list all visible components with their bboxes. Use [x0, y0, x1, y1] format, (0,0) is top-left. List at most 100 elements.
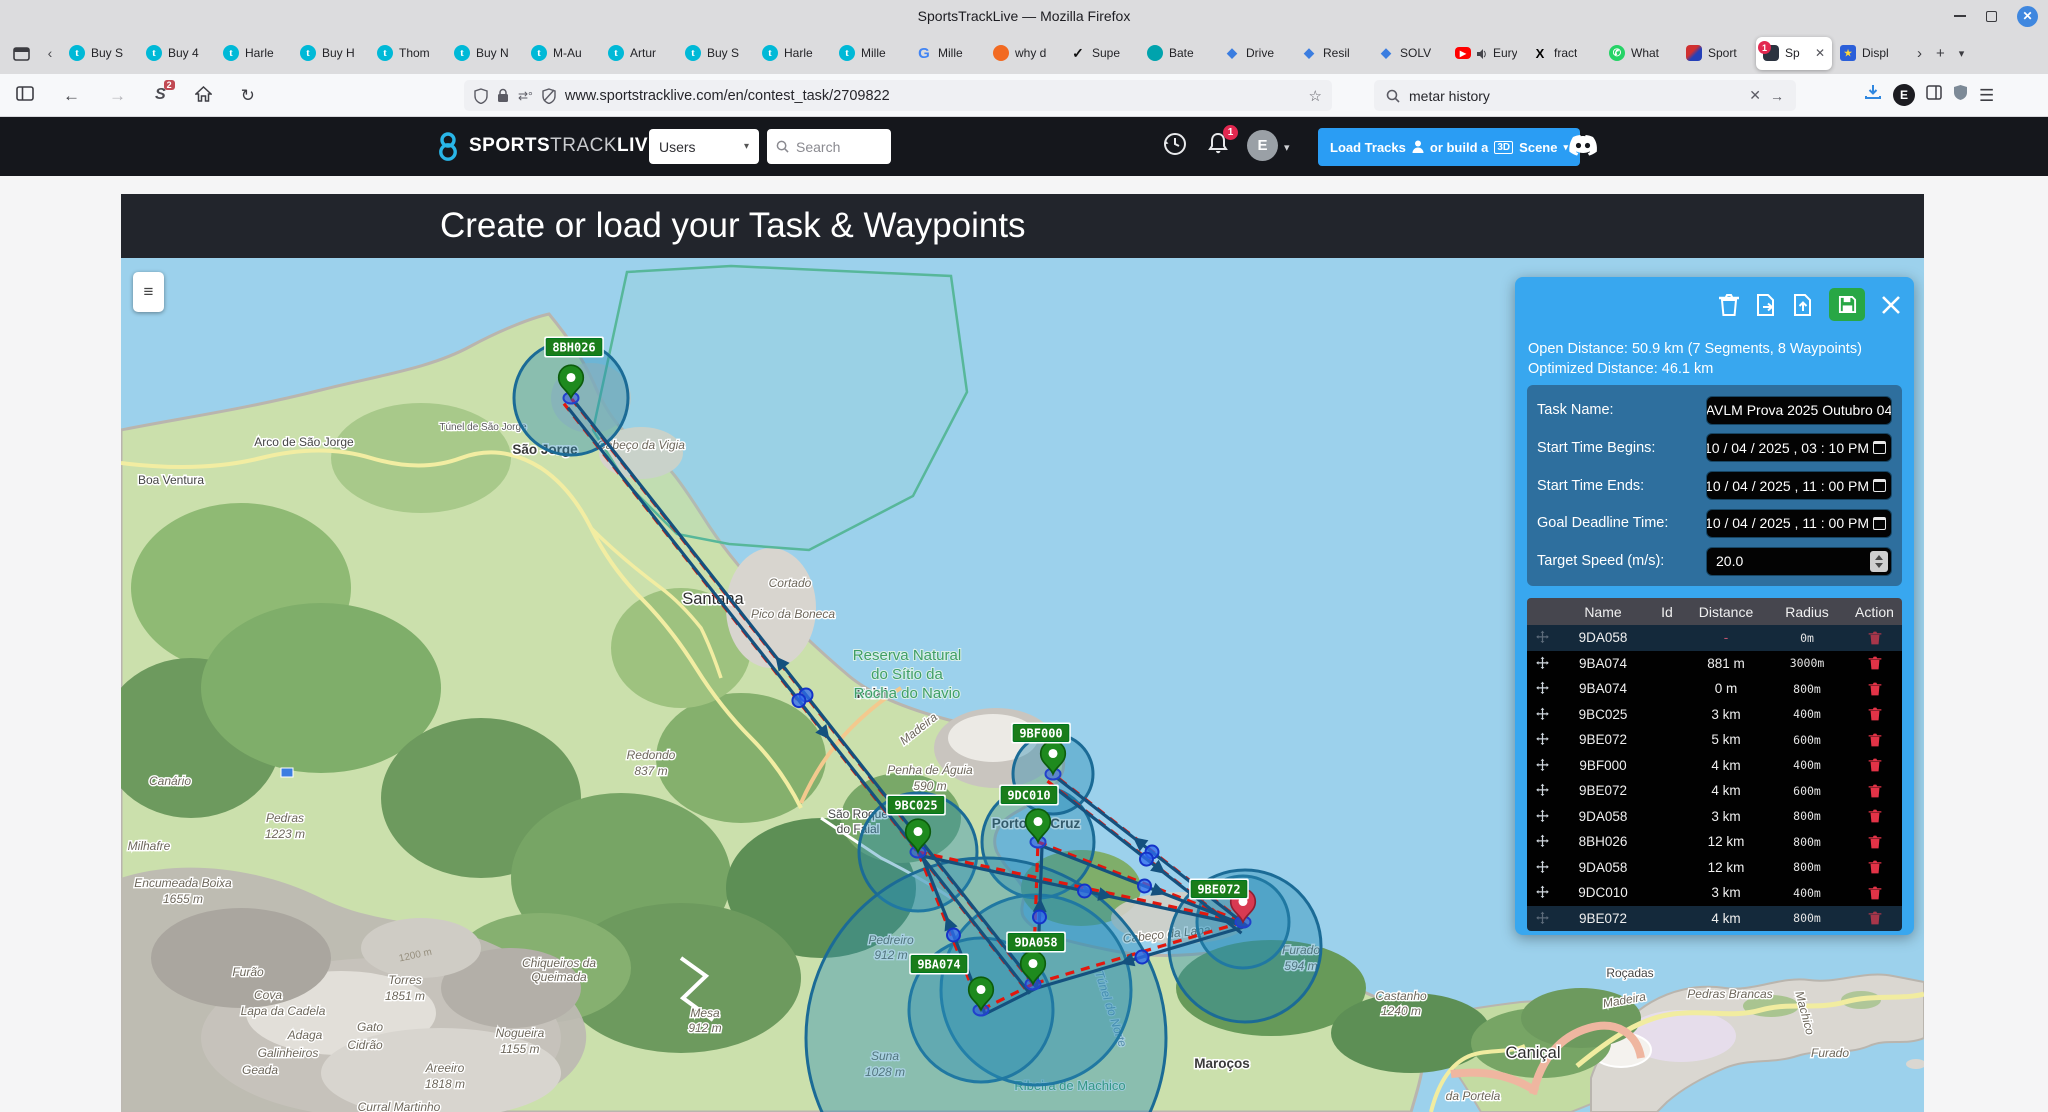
- map-menu-button[interactable]: ≡: [133, 272, 164, 312]
- drag-handle-icon[interactable]: [1527, 656, 1557, 671]
- waypoint-row-10[interactable]: 9DC0103 km400m: [1527, 880, 1902, 906]
- tracking-shield-icon[interactable]: [474, 88, 488, 104]
- waypoint-row-3[interactable]: 9BC0253 km400m: [1527, 702, 1902, 728]
- route-handle[interactable]: [947, 929, 960, 942]
- calendar-icon[interactable]: [1873, 479, 1886, 492]
- menu-hamburger-icon[interactable]: ☰: [1979, 87, 1994, 104]
- clear-search-icon[interactable]: ✕: [1749, 87, 1761, 104]
- reload-button[interactable]: ↻: [241, 87, 255, 104]
- task-map[interactable]: SantanaSão JorgeArco de São JorgeTúnel d…: [121, 258, 1924, 1112]
- sportstracklive-logo[interactable]: SPORTSTRACKLIVE: [436, 131, 661, 161]
- window-close-button[interactable]: ✕: [2017, 6, 2038, 27]
- history-icon[interactable]: [1162, 131, 1188, 162]
- tab-scroll-left-icon[interactable]: ‹: [38, 45, 62, 61]
- browser-tab-why-d[interactable]: why d: [986, 37, 1062, 70]
- delete-waypoint-icon[interactable]: [1847, 655, 1902, 671]
- browser-tab-drive[interactable]: ◆Drive: [1217, 37, 1293, 70]
- waypoint-row-11[interactable]: 9BE0724 km800m: [1527, 906, 1902, 932]
- field-input-1[interactable]: 10 / 04 / 2025 , 03 : 10 PM: [1706, 433, 1892, 462]
- calendar-icon[interactable]: [1873, 441, 1886, 454]
- url-bar[interactable]: ⇄° www.sportstracklive.com/en/contest_ta…: [464, 80, 1332, 111]
- delete-waypoint-icon[interactable]: [1847, 732, 1902, 748]
- browser-tab-bate[interactable]: Bate: [1140, 37, 1216, 70]
- waypoint-row-7[interactable]: 9DA0583 km800m: [1527, 804, 1902, 830]
- site-search-input[interactable]: Search: [767, 129, 891, 164]
- route-handle[interactable]: [1140, 853, 1153, 866]
- url-text[interactable]: www.sportstracklive.com/en/contest_task/…: [565, 88, 1300, 104]
- firefox-view-icon[interactable]: [6, 38, 36, 68]
- browser-tab-harle[interactable]: tHarle: [216, 37, 292, 70]
- delete-waypoint-icon[interactable]: [1847, 783, 1902, 799]
- waypoint-row-0[interactable]: 9DA058-0m: [1527, 625, 1902, 651]
- browser-tab-thom[interactable]: tThom: [370, 37, 446, 70]
- waypoint-row-1[interactable]: 9BA074881 m3000m: [1527, 651, 1902, 677]
- drag-handle-icon[interactable]: [1527, 834, 1557, 849]
- delete-waypoint-icon[interactable]: [1847, 859, 1902, 875]
- drag-handle-icon[interactable]: [1527, 707, 1557, 722]
- waypoint-row-5[interactable]: 9BF0004 km400m: [1527, 753, 1902, 779]
- waypoint-row-6[interactable]: 9BE0724 km600m: [1527, 778, 1902, 804]
- drag-handle-icon[interactable]: [1527, 681, 1557, 696]
- browser-tab-mille[interactable]: GMille: [909, 37, 985, 70]
- delete-waypoint-icon[interactable]: [1847, 706, 1902, 722]
- ublock-shield-icon[interactable]: [1953, 84, 1968, 106]
- users-dropdown[interactable]: Users ▾: [649, 129, 759, 164]
- browser-tab-euryt[interactable]: ▶Euryt: [1448, 37, 1524, 70]
- shield-disabled-icon[interactable]: [542, 88, 556, 104]
- browser-tab-buy-s[interactable]: tBuy S: [678, 37, 754, 70]
- browser-tab-solv[interactable]: ◆SOLV: [1371, 37, 1447, 70]
- tab-close-icon[interactable]: ✕: [1815, 46, 1825, 60]
- close-panel-icon[interactable]: [1880, 294, 1902, 316]
- delete-waypoint-icon[interactable]: [1847, 808, 1902, 824]
- route-handle[interactable]: [1078, 885, 1091, 898]
- browser-tab-harle[interactable]: tHarle: [755, 37, 831, 70]
- reader-sidebar-icon[interactable]: [1926, 85, 1942, 105]
- browser-tab-what[interactable]: ✆What: [1602, 37, 1678, 70]
- browser-tab-supe[interactable]: ✓Supe: [1063, 37, 1139, 70]
- list-tabs-icon[interactable]: ▾: [1959, 47, 1965, 60]
- window-maximize-button[interactable]: [1986, 11, 1997, 22]
- browser-tab-displ[interactable]: ★Displ: [1833, 37, 1909, 70]
- drag-handle-icon[interactable]: [1527, 783, 1557, 798]
- browser-search-bar[interactable]: metar history ✕ →: [1374, 80, 1796, 111]
- tab-scroll-right-icon[interactable]: ›: [1917, 45, 1922, 62]
- home-button[interactable]: [195, 86, 212, 105]
- field-input-2[interactable]: 10 / 04 / 2025 , 11 : 00 PM: [1706, 471, 1892, 500]
- drag-handle-icon[interactable]: [1527, 809, 1557, 824]
- waypoint-row-9[interactable]: 9DA05812 km800m: [1527, 855, 1902, 881]
- save-task-button[interactable]: [1829, 288, 1865, 321]
- sidebar-toggle-icon[interactable]: [16, 86, 34, 104]
- avatar-chevron-icon[interactable]: ▾: [1284, 141, 1290, 154]
- browser-tab-buy-s[interactable]: tBuy S: [62, 37, 138, 70]
- route-handle[interactable]: [1138, 880, 1151, 893]
- browser-search-value[interactable]: metar history: [1409, 88, 1490, 104]
- browser-tab-buy-h[interactable]: tBuy H: [293, 37, 369, 70]
- browser-tab-artur[interactable]: tArtur: [601, 37, 677, 70]
- drag-handle-icon[interactable]: [1527, 732, 1557, 747]
- notifications-bell-icon[interactable]: 1: [1206, 131, 1230, 162]
- delete-waypoint-icon[interactable]: [1847, 630, 1902, 646]
- drag-handle-icon[interactable]: [1527, 860, 1557, 875]
- drag-handle-icon[interactable]: [1527, 758, 1557, 773]
- discord-icon[interactable]: [1568, 134, 1598, 163]
- extension-icon[interactable]: S2: [155, 86, 166, 104]
- bookmark-star-icon[interactable]: ☆: [1309, 87, 1322, 105]
- tab-audio-icon[interactable]: [1477, 48, 1487, 58]
- browser-tab-resil[interactable]: ◆Resil: [1294, 37, 1370, 70]
- browser-tab-buy-n[interactable]: tBuy N: [447, 37, 523, 70]
- drag-handle-icon[interactable]: [1527, 911, 1557, 926]
- go-arrow-icon[interactable]: →: [1770, 88, 1784, 104]
- delete-waypoint-icon[interactable]: [1847, 757, 1902, 773]
- number-spinner[interactable]: [1870, 551, 1888, 572]
- export-task-icon[interactable]: [1755, 293, 1777, 317]
- window-minimize-button[interactable]: [1954, 15, 1966, 17]
- delete-waypoint-icon[interactable]: [1847, 834, 1902, 850]
- browser-tab-sport[interactable]: Sport: [1679, 37, 1755, 70]
- waypoint-row-8[interactable]: 8BH02612 km800m: [1527, 829, 1902, 855]
- delete-waypoint-icon[interactable]: [1847, 910, 1902, 926]
- browser-tab-sp[interactable]: 1Sp✕: [1756, 37, 1832, 70]
- route-handle[interactable]: [1136, 951, 1149, 964]
- drag-handle-icon[interactable]: [1527, 630, 1557, 645]
- delete-waypoint-icon[interactable]: [1847, 885, 1902, 901]
- calendar-icon[interactable]: [1873, 517, 1886, 530]
